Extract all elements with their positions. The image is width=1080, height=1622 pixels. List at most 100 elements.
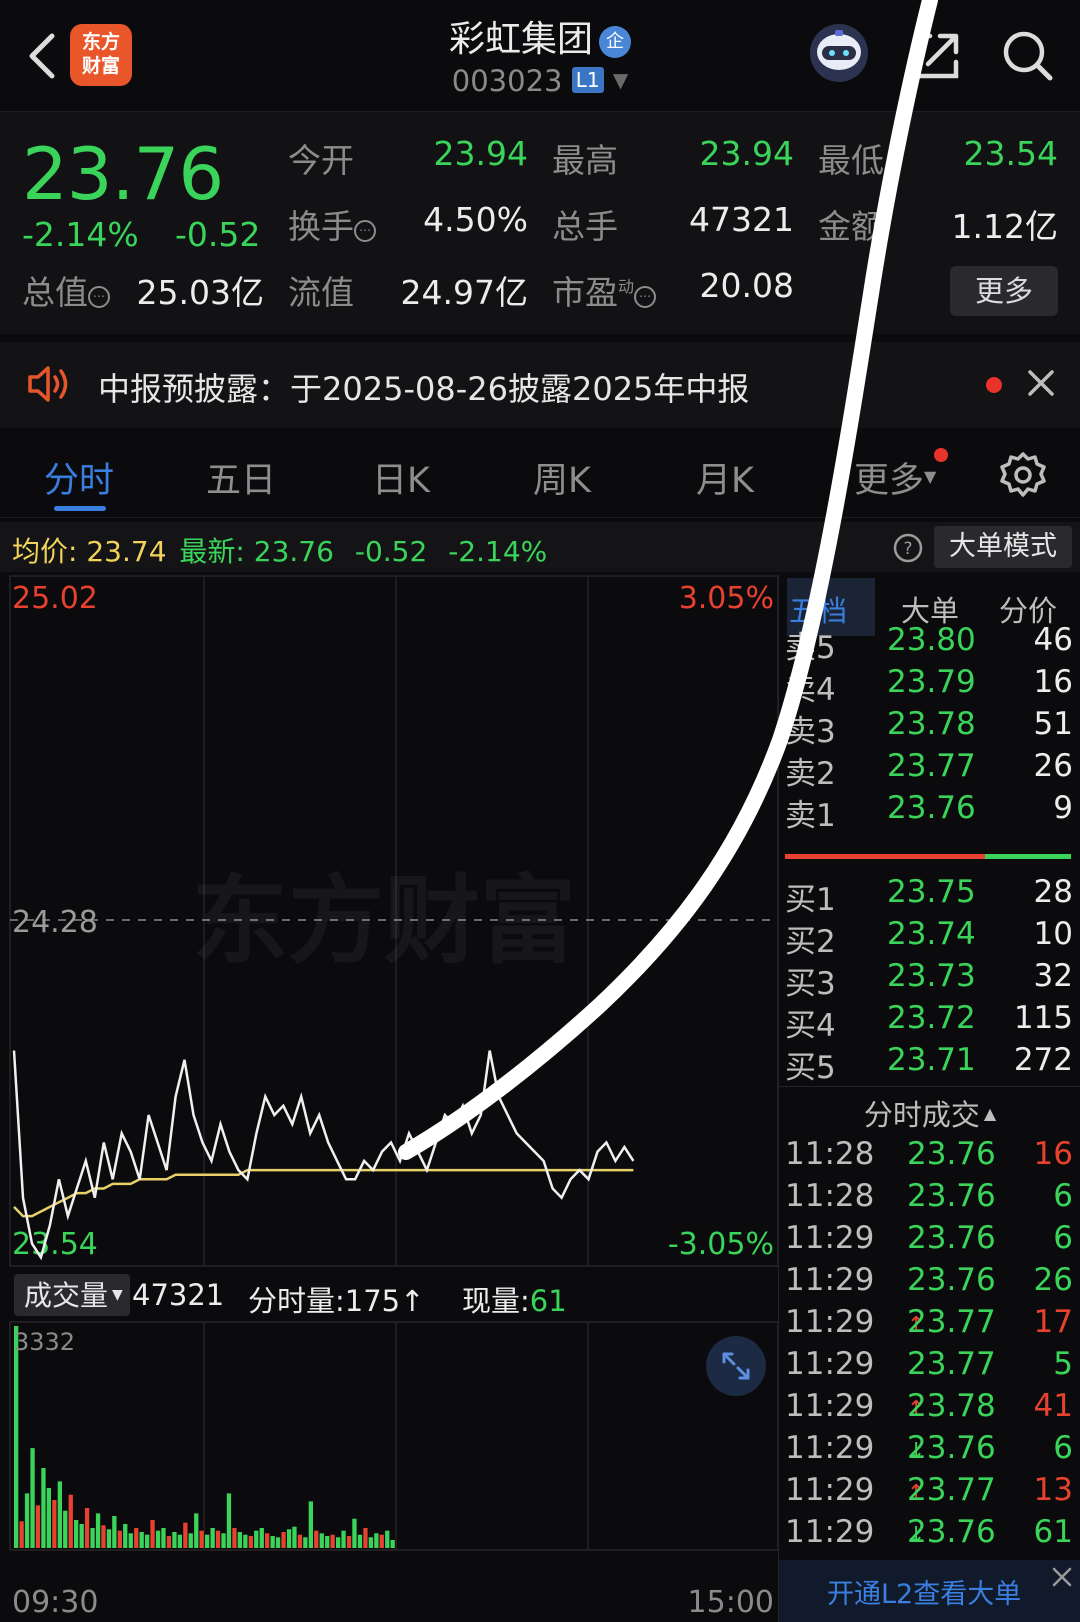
amount-value: 1.12亿 bbox=[951, 207, 1058, 246]
gear-icon[interactable] bbox=[998, 450, 1048, 500]
intraday-chart-svg: 东方财富 25.02 3.05% 24.28 23.54 -3.05% bbox=[9, 575, 779, 1267]
volume-bar bbox=[166, 1536, 172, 1548]
volume-selector-label: 成交量 bbox=[24, 1279, 109, 1312]
ask-row-3: 卖3 23.78 51 bbox=[779, 706, 1080, 750]
trade-price-cell: 23.77 ↑ bbox=[907, 1304, 996, 1340]
notice-text[interactable]: 中报预披露：于2025-08-26披露2025年中报 bbox=[98, 364, 749, 410]
ask-price: 23.76 bbox=[887, 790, 976, 826]
volume-bar bbox=[319, 1533, 324, 1548]
caret-up-icon: ▲ bbox=[983, 1104, 997, 1123]
trade-row: 11:29 23.78 ↑ 41 bbox=[779, 1388, 1080, 1430]
pe-dynamic-mark: 动 bbox=[618, 277, 635, 296]
volume-bar bbox=[30, 1448, 35, 1548]
volume-bar bbox=[259, 1528, 264, 1548]
close-icon[interactable] bbox=[1049, 1564, 1075, 1590]
bid-label: 买2 bbox=[785, 924, 836, 960]
order-book-panel: 五档 大单 分价 卖5 23.80 46 卖4 23.79 16 卖3 23.7… bbox=[778, 574, 1080, 1622]
bid-ask-ratio-bar bbox=[785, 854, 1071, 859]
volume-bar bbox=[106, 1529, 112, 1548]
tab-weekly-k[interactable]: 周K bbox=[533, 452, 591, 503]
tab-five-day[interactable]: 五日 bbox=[206, 452, 276, 503]
trades-title[interactable]: 分时成交 ▲ bbox=[779, 1092, 1080, 1134]
mktcap-value: 25.03亿 bbox=[136, 273, 264, 312]
notice-unread-dot bbox=[986, 377, 1002, 393]
stock-name: 彩虹集团 bbox=[448, 19, 593, 60]
volume-bar bbox=[134, 1528, 139, 1548]
trade-time: 11:29 bbox=[785, 1262, 875, 1298]
volume-bar bbox=[155, 1530, 161, 1548]
ask-price: 23.78 bbox=[887, 706, 976, 742]
volume-panel: 成交量 ▼ 47321 分时量:175↑ 现量:61 3332 09:30 15:… bbox=[0, 1270, 778, 1622]
bid-row-1: 买1 23.75 28 bbox=[779, 874, 1080, 918]
ask-qty: 51 bbox=[1033, 706, 1073, 742]
tab-daily-k[interactable]: 日K bbox=[372, 452, 430, 503]
volume-selector[interactable]: 成交量 ▼ bbox=[14, 1274, 130, 1316]
tab-monthly-k[interactable]: 月K bbox=[696, 452, 754, 503]
notice-bar[interactable]: 中报预披露：于2025-08-26披露2025年中报 bbox=[0, 342, 1080, 428]
volume-bar bbox=[221, 1533, 226, 1548]
tab-intraday[interactable]: 分时 bbox=[44, 452, 114, 503]
intraday-chart[interactable]: 东方财富 25.02 3.05% 24.28 23.54 -3.05% bbox=[0, 574, 779, 1268]
trade-time: 11:29 bbox=[785, 1220, 875, 1256]
trade-price: 23.76 bbox=[907, 1220, 996, 1256]
info-icon[interactable]: ⋯ bbox=[88, 286, 110, 308]
close-icon[interactable] bbox=[1024, 366, 1058, 400]
volume-bar bbox=[74, 1520, 79, 1548]
bid-price: 23.72 bbox=[887, 1000, 976, 1036]
bid-qty: 28 bbox=[1033, 874, 1073, 910]
top-percent-label: 3.05% bbox=[679, 581, 774, 616]
assistant-robot-icon[interactable] bbox=[806, 22, 872, 84]
level-badge: L1 bbox=[571, 67, 604, 93]
volume-bar bbox=[308, 1501, 313, 1548]
volume-bar bbox=[84, 1508, 90, 1548]
search-icon[interactable] bbox=[1000, 28, 1056, 84]
volume-bar bbox=[52, 1500, 57, 1548]
volume-bar bbox=[270, 1536, 275, 1548]
help-icon[interactable]: ? bbox=[892, 532, 924, 564]
volume-bar bbox=[188, 1533, 193, 1548]
tab-more-label: 更多 bbox=[854, 461, 925, 501]
trade-price: 23.76 bbox=[907, 1136, 996, 1172]
ask-label: 卖4 bbox=[785, 672, 836, 708]
volume-bar bbox=[63, 1510, 68, 1548]
low-value: 23.54 bbox=[963, 134, 1058, 173]
trade-price: 23.77 bbox=[907, 1472, 996, 1508]
bid-label: 买4 bbox=[785, 1008, 836, 1044]
minute-volume: 分时量:175↑ bbox=[248, 1284, 425, 1318]
big-order-mode-button[interactable]: 大单模式 bbox=[934, 526, 1072, 568]
current-volume: 现量:61 bbox=[462, 1278, 567, 1320]
volume-bar bbox=[139, 1532, 144, 1548]
bid-qty: 115 bbox=[1013, 1000, 1073, 1036]
trade-qty: 5 bbox=[1053, 1346, 1073, 1382]
ask-qty: 46 bbox=[1033, 622, 1073, 658]
float-label: 流值 bbox=[288, 273, 354, 312]
volume-bar bbox=[265, 1533, 270, 1548]
volume-bar bbox=[90, 1528, 95, 1548]
volume-bar bbox=[374, 1533, 379, 1548]
info-icon[interactable]: ⋯ bbox=[354, 220, 376, 242]
volume-bar bbox=[297, 1534, 303, 1548]
info-icon[interactable]: ⋯ bbox=[634, 286, 657, 308]
l2-link-text[interactable]: 开通L2查看大单 bbox=[827, 1572, 1021, 1611]
tab-more-dot bbox=[934, 448, 948, 462]
more-button[interactable]: 更多 bbox=[950, 266, 1058, 316]
trade-time: 11:29 bbox=[785, 1514, 875, 1550]
volume-bar bbox=[390, 1540, 395, 1548]
volume-bar bbox=[330, 1534, 335, 1548]
turnover-label: 换手 ⋯ bbox=[288, 200, 376, 248]
trade-row: 11:29 23.76 26 bbox=[779, 1262, 1080, 1304]
share-icon[interactable] bbox=[908, 28, 964, 84]
l2-link-bar[interactable]: 开通L2查看大单 bbox=[779, 1560, 1080, 1622]
pe-label: 市盈动 ⋯ bbox=[552, 266, 657, 314]
tab-more[interactable]: 更多▼ bbox=[854, 452, 936, 503]
volume-bar bbox=[145, 1534, 150, 1548]
high-label: 最高 bbox=[552, 141, 618, 180]
expand-button[interactable] bbox=[706, 1336, 766, 1396]
volume-bar bbox=[183, 1522, 188, 1548]
divider bbox=[779, 1086, 1080, 1087]
volume-bar bbox=[215, 1530, 221, 1548]
trade-time: 11:29 bbox=[785, 1304, 875, 1340]
trade-price: 23.77 bbox=[907, 1346, 996, 1382]
trade-price-cell: 23.78 ↑ bbox=[907, 1388, 996, 1424]
caret-down-icon: ▼ bbox=[112, 1287, 123, 1303]
